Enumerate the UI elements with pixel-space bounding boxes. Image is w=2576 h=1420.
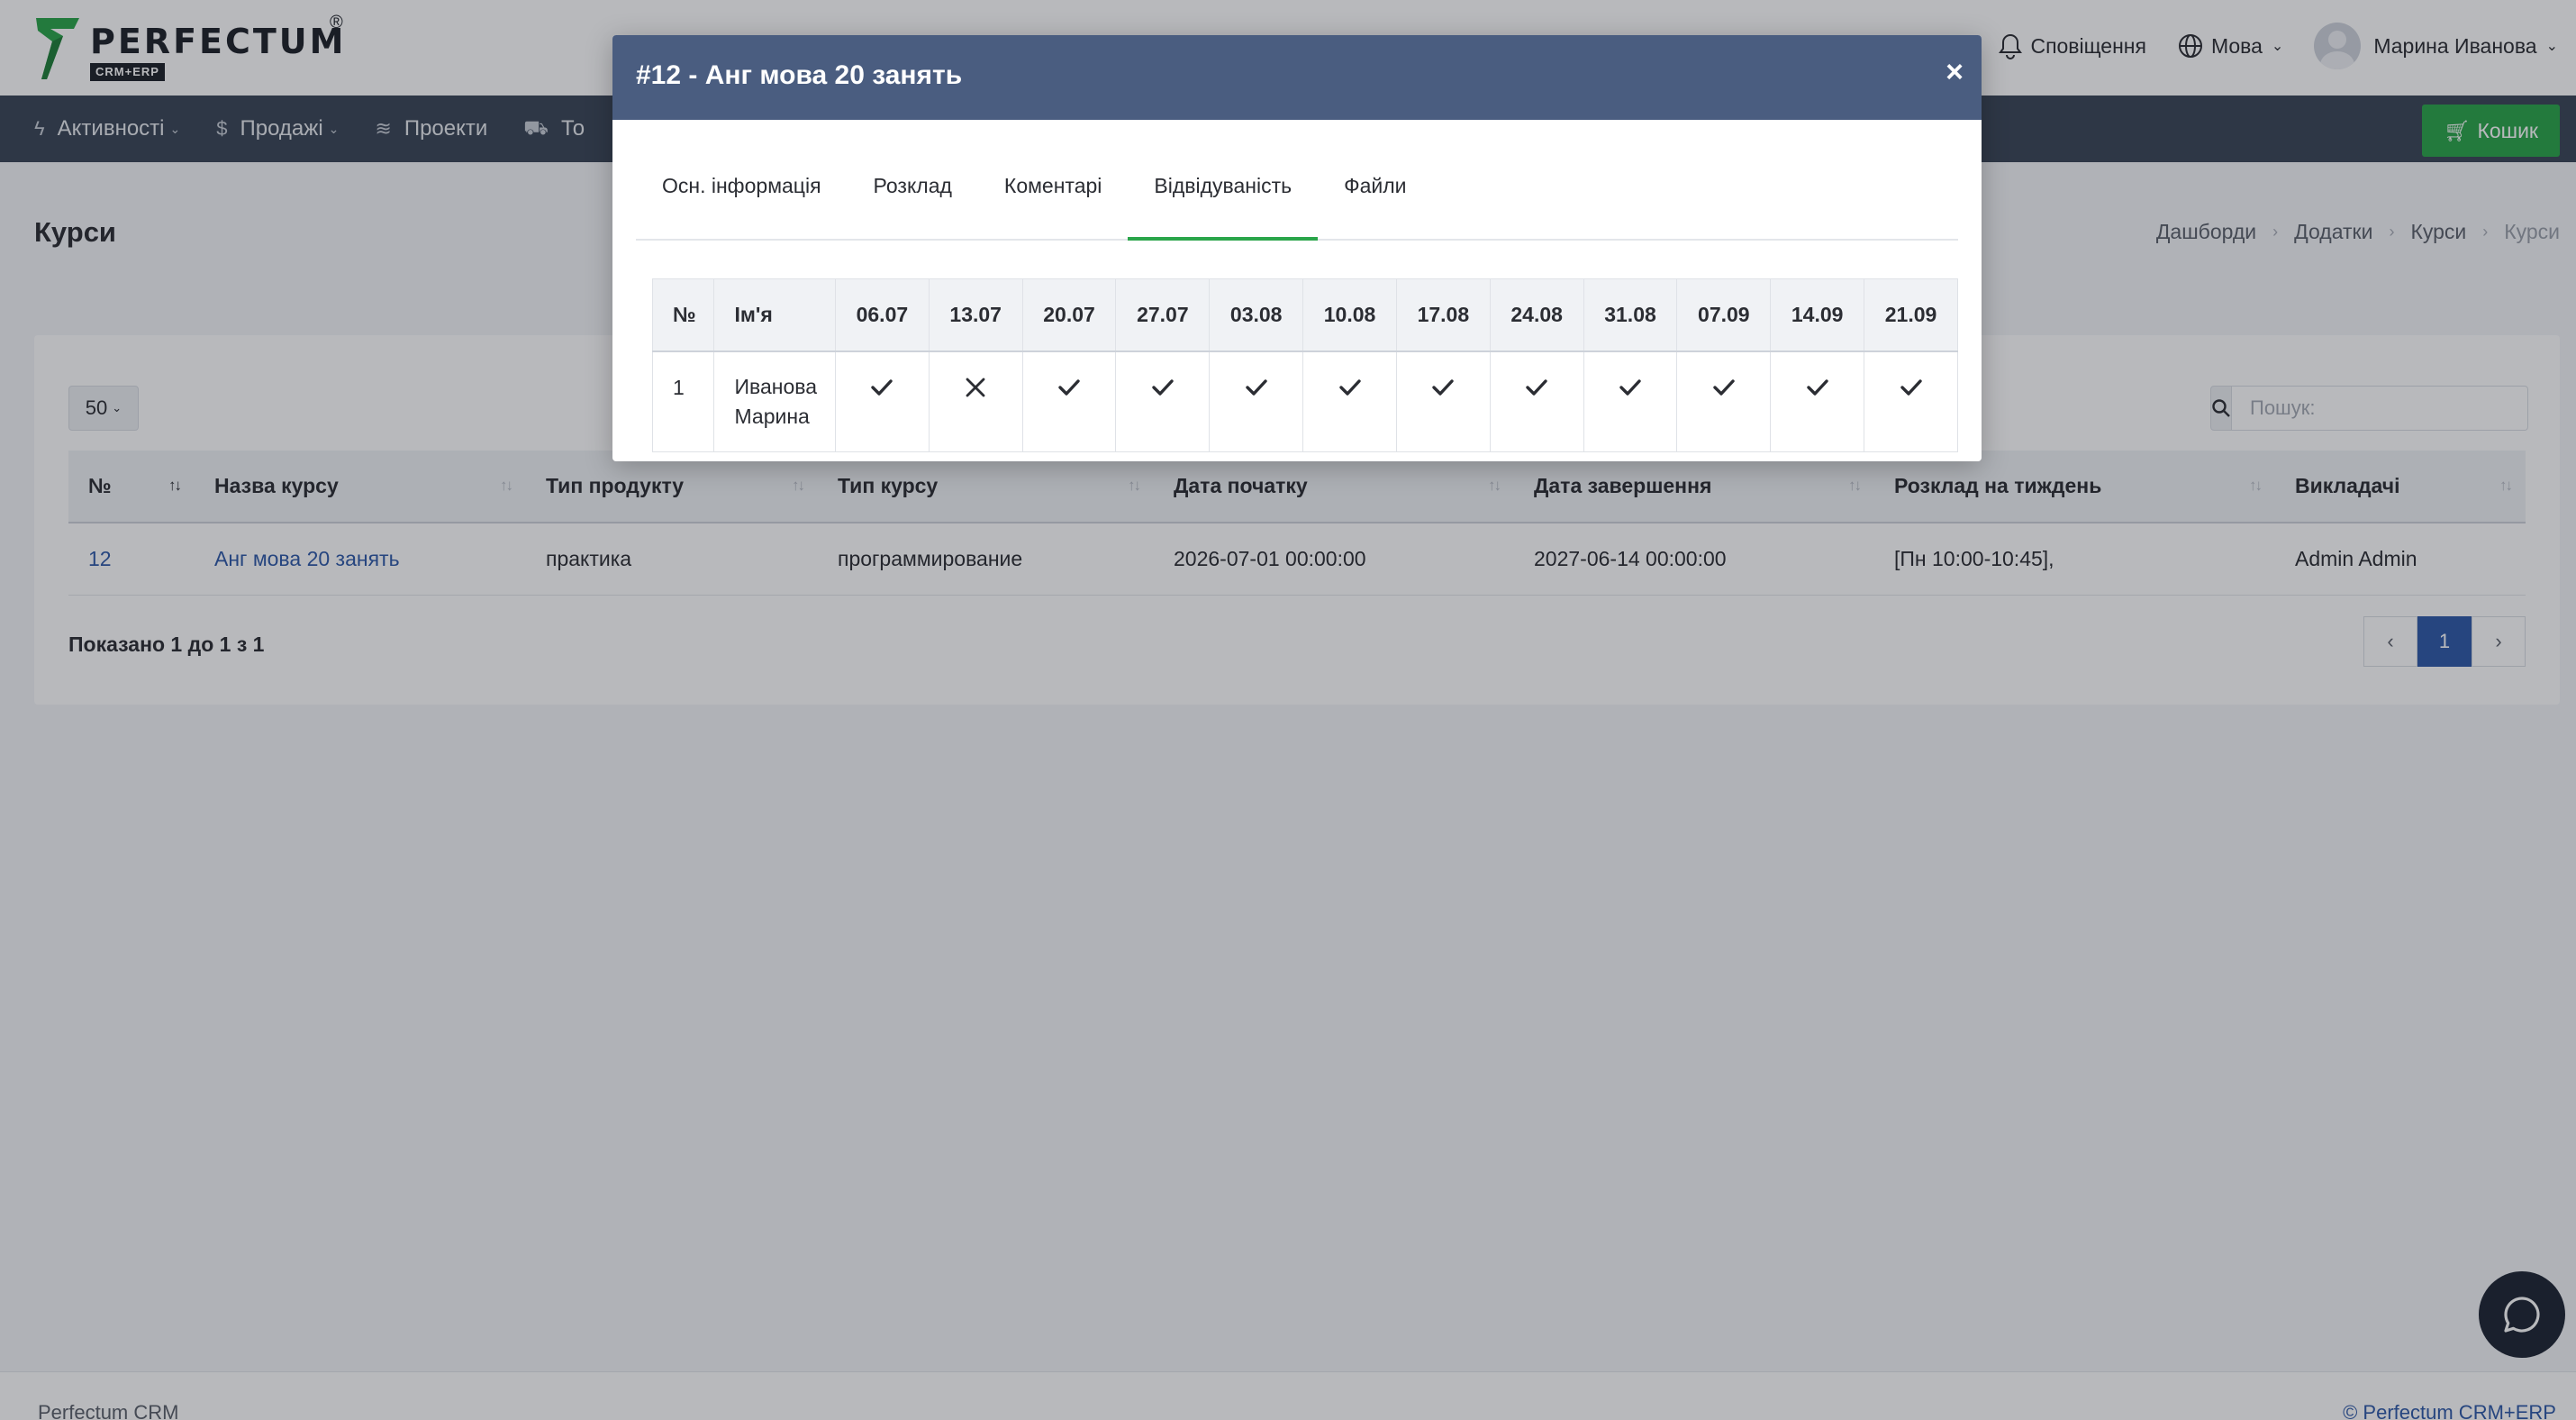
attendance-cell[interactable] xyxy=(1864,350,1958,452)
column-header-date: 31.08 xyxy=(1583,278,1678,352)
attendance-cell[interactable] xyxy=(1395,350,1491,452)
attendance-table: № Ім'я 06.07 13.07 20.07 27.07 03.08 10.08 17.… xyxy=(652,278,1958,452)
cell-number: 1 xyxy=(652,350,715,452)
student-first-name: Марина xyxy=(734,404,810,428)
attendance-cell[interactable] xyxy=(1302,350,1397,452)
attendance-cell[interactable] xyxy=(1489,350,1584,452)
check-icon xyxy=(1806,378,1828,396)
column-header-date: 20.07 xyxy=(1021,278,1117,352)
attendance-cell[interactable] xyxy=(928,350,1023,452)
modal-header: #12 - Анг мова 20 занять × xyxy=(612,35,1982,120)
column-header-name: Ім'я xyxy=(713,278,836,352)
modal-tabs: Осн. інформація Розклад Коментарі Відвід… xyxy=(636,143,1958,241)
column-header-number: № xyxy=(652,278,715,352)
column-header-date: 27.07 xyxy=(1115,278,1211,352)
attendance-cell[interactable] xyxy=(1770,350,1865,452)
check-icon xyxy=(1152,378,1174,396)
table-row: 1 Иванова Марина xyxy=(652,350,1958,452)
modal-title: #12 - Анг мова 20 занять xyxy=(636,60,963,90)
tab-comments[interactable]: Коментарі xyxy=(978,143,1128,241)
attendance-cell[interactable] xyxy=(1115,350,1211,452)
course-modal: #12 - Анг мова 20 занять × Осн. інформац… xyxy=(612,35,1982,461)
student-last-name: Иванова xyxy=(734,374,818,398)
attendance-cell[interactable] xyxy=(1021,350,1117,452)
check-icon xyxy=(1245,378,1267,396)
attendance-table-wrapper[interactable]: № Ім'я 06.07 13.07 20.07 27.07 03.08 10.08 17.… xyxy=(652,278,1958,452)
check-icon xyxy=(1713,378,1735,396)
column-header-date: 14.09 xyxy=(1770,278,1865,352)
tab-schedule[interactable]: Розклад xyxy=(848,143,978,241)
check-icon xyxy=(1900,378,1922,396)
column-header-date: 24.08 xyxy=(1489,278,1584,352)
check-icon xyxy=(1338,378,1361,396)
close-icon[interactable]: × xyxy=(1946,57,1964,87)
check-icon xyxy=(1432,378,1455,396)
attendance-cell[interactable] xyxy=(1676,350,1772,452)
column-header-date: 13.07 xyxy=(928,278,1023,352)
cross-icon xyxy=(966,378,985,396)
check-icon xyxy=(871,378,893,396)
column-header-date: 07.09 xyxy=(1676,278,1772,352)
column-header-date: 10.08 xyxy=(1302,278,1397,352)
tab-files[interactable]: Файли xyxy=(1318,143,1432,241)
column-header-date: 21.09 xyxy=(1864,278,1958,352)
check-icon xyxy=(1058,378,1080,396)
tab-attendance[interactable]: Відвідуваність xyxy=(1128,143,1319,241)
tab-main-info[interactable]: Осн. інформація xyxy=(636,143,848,241)
check-icon xyxy=(1526,378,1547,396)
column-header-date: 06.07 xyxy=(834,278,930,352)
column-header-date: 03.08 xyxy=(1209,278,1304,352)
attendance-cell[interactable] xyxy=(1583,350,1678,452)
attendance-cell[interactable] xyxy=(1209,350,1304,452)
check-icon xyxy=(1619,378,1641,396)
attendance-cell[interactable] xyxy=(834,350,930,452)
column-header-date: 17.08 xyxy=(1395,278,1491,352)
attendance-header-row: № Ім'я 06.07 13.07 20.07 27.07 03.08 10.08 17.… xyxy=(652,278,1958,352)
cell-student-name: Иванова Марина xyxy=(713,350,836,452)
